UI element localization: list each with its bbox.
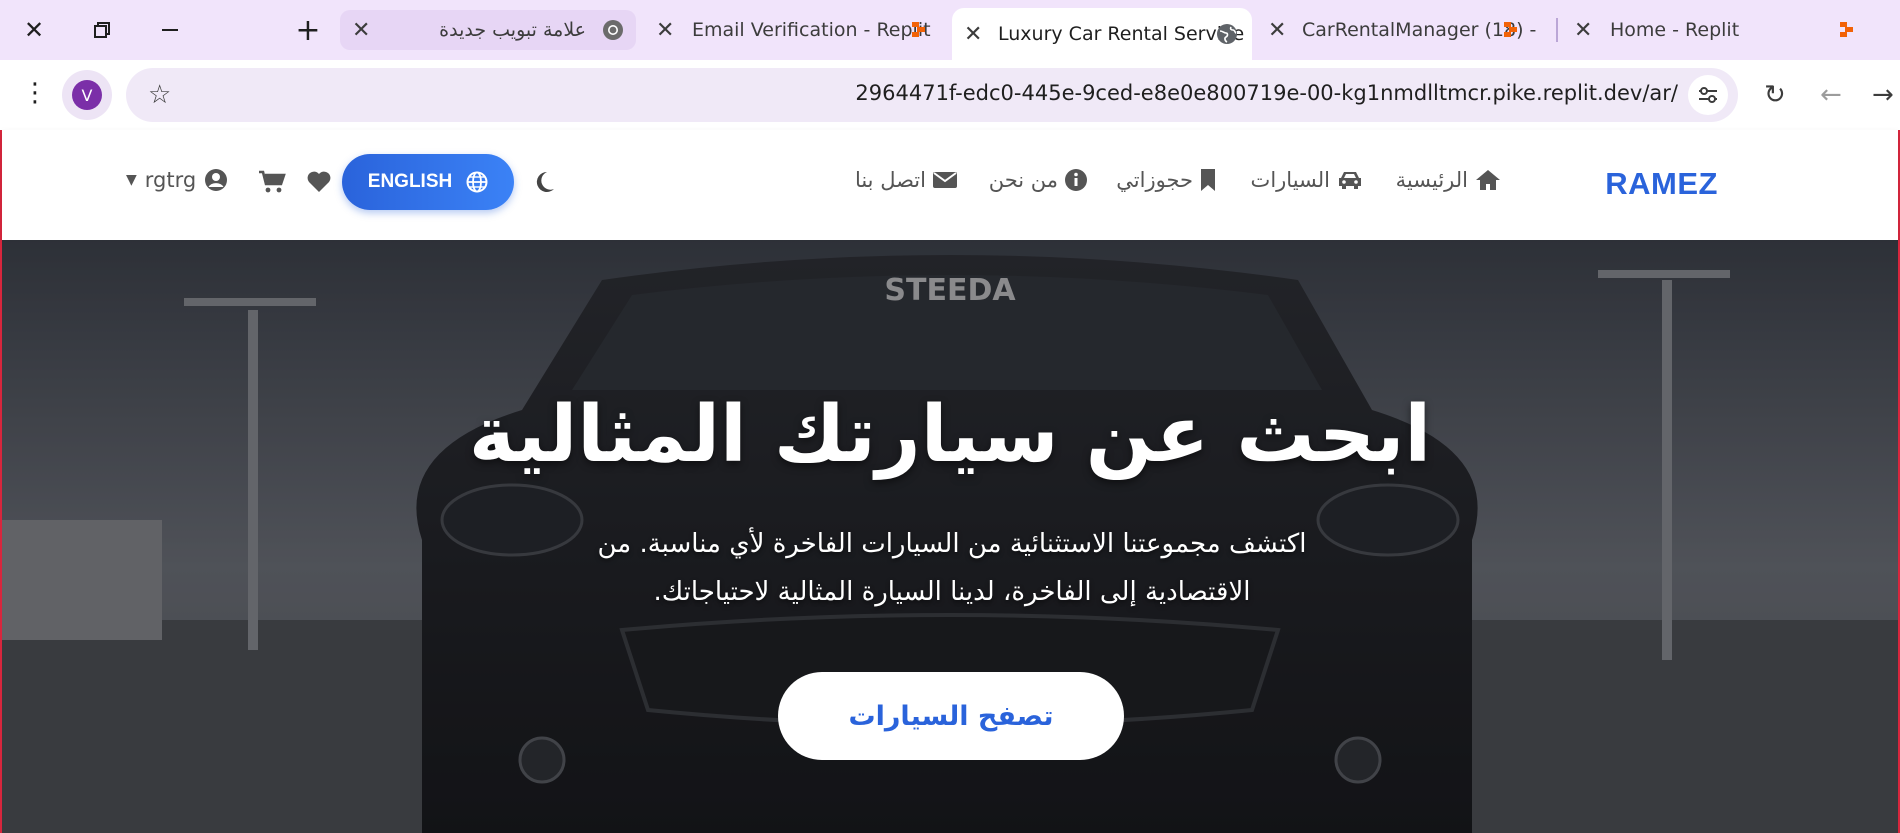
tab-title: Email Verification - Replit (692, 19, 931, 41)
minimize-icon (162, 29, 178, 31)
tab-strip: ✕ + ✕ علامة تبويب جديدة ✕ Email Verifica… (0, 0, 1900, 60)
nav-label: الرئيسية (1395, 168, 1468, 192)
avatar: V (72, 80, 102, 110)
nav-label: اتصل بنا (854, 168, 926, 192)
moon-icon[interactable] (532, 170, 556, 194)
chrome-icon (603, 20, 623, 40)
browser-toolbar: ⋮ V ☆ 2964471f-edc0-445e-9ced-e8e0e80071… (0, 60, 1900, 130)
bookmark-icon (1201, 169, 1215, 191)
bookmark-star-icon[interactable]: ☆ (148, 80, 171, 110)
tab-luxury-car-rental[interactable]: ✕ Luxury Car Rental Service (952, 8, 1252, 60)
tab-new-tab[interactable]: ✕ علامة تبويب جديدة (340, 10, 636, 50)
heart-icon[interactable] (306, 170, 332, 194)
close-window-button[interactable]: ✕ (0, 0, 68, 60)
tab-title: Luxury Car Rental Service (998, 23, 1245, 45)
cart-icon[interactable] (258, 170, 286, 194)
user-menu[interactable]: ▼ rgtrg (126, 168, 228, 192)
plus-icon: + (295, 12, 321, 48)
restore-icon (94, 22, 110, 38)
tab-carrentalmanager[interactable]: ✕ CarRentalManager (18) - (1256, 10, 1556, 50)
new-tab-button[interactable]: + (274, 0, 342, 60)
nav-link-about[interactable]: من نحن (989, 168, 1088, 192)
replit-icon (1840, 22, 1854, 38)
close-icon[interactable]: ✕ (964, 22, 982, 47)
site-settings-button[interactable] (1688, 75, 1728, 115)
tab-email-verification[interactable]: ✕ Email Verification - Replit (650, 10, 950, 50)
reload-icon[interactable]: ↻ (1764, 82, 1786, 108)
user-name: rgtrg (144, 168, 197, 192)
nav-link-bookings[interactable]: حجوزاتي (1116, 168, 1217, 192)
hero-subtitle: اكتشف مجموعتنا الاستثنائية من السيارات ا… (597, 529, 1307, 607)
browse-cars-button[interactable]: تصفح السيارات (778, 672, 1124, 760)
nav-link-contact[interactable]: اتصل بنا (855, 168, 958, 192)
close-icon[interactable]: ✕ (352, 18, 370, 43)
close-icon[interactable]: ✕ (1268, 18, 1286, 43)
tab-home-replit[interactable]: ✕ Home - Replit (1562, 10, 1862, 50)
caret-down-icon: ▼ (126, 172, 137, 188)
url-text[interactable]: 2964471f-edc0-445e-9ced-e8e0e800719e-00-… (855, 81, 1678, 105)
home-icon (1476, 170, 1500, 190)
tab-title: Home - Replit (1610, 19, 1740, 41)
language-label: ENGLISH (367, 171, 453, 192)
hero-section: STEEDA ابحث عن سيارتك المثالية اكتشف مجم… (2, 240, 1898, 833)
close-icon[interactable]: ✕ (656, 18, 674, 43)
hero-title: ابحث عن سيارتك المثالية (468, 390, 1432, 480)
envelope-icon (933, 172, 957, 188)
tab-title: علامة تبويب جديدة (439, 19, 586, 41)
globe-icon (1217, 24, 1237, 44)
back-icon[interactable]: ← (1820, 82, 1842, 108)
nav-label: من نحن (988, 168, 1058, 192)
menu-kebab-icon[interactable]: ⋮ (22, 80, 48, 108)
globe-icon (466, 171, 488, 193)
language-toggle-button[interactable]: ENGLISH (342, 154, 514, 210)
replit-icon (912, 22, 926, 38)
replit-icon (1504, 22, 1518, 38)
info-icon (1065, 169, 1087, 191)
site-header: RAMEZ الرئيسية السيارات حجوزاتي من نحن ا… (2, 130, 1898, 240)
address-bar[interactable]: ☆ 2964471f-edc0-445e-9ced-e8e0e800719e-0… (126, 68, 1738, 122)
minimize-window-button[interactable] (136, 0, 204, 60)
nav-label: حجوزاتي (1116, 168, 1193, 192)
restore-window-button[interactable] (68, 0, 136, 60)
nav-link-home[interactable]: الرئيسية (1396, 168, 1502, 192)
nav-link-cars[interactable]: السيارات (1251, 168, 1364, 192)
user-circle-icon (205, 169, 228, 191)
car-icon (1339, 172, 1361, 189)
tab-separator (1556, 18, 1558, 42)
tune-icon (1699, 87, 1717, 103)
brand-logo[interactable]: RAMEZ (1605, 166, 1718, 202)
forward-icon[interactable]: → (1872, 82, 1894, 108)
nav-label: السيارات (1250, 168, 1330, 192)
tab-title: CarRentalManager (18) - (1302, 19, 1537, 41)
website-viewport: RAMEZ الرئيسية السيارات حجوزاتي من نحن ا… (0, 130, 1900, 833)
profile-button[interactable]: V (62, 70, 112, 120)
close-icon: ✕ (23, 16, 45, 44)
close-icon[interactable]: ✕ (1574, 18, 1592, 43)
